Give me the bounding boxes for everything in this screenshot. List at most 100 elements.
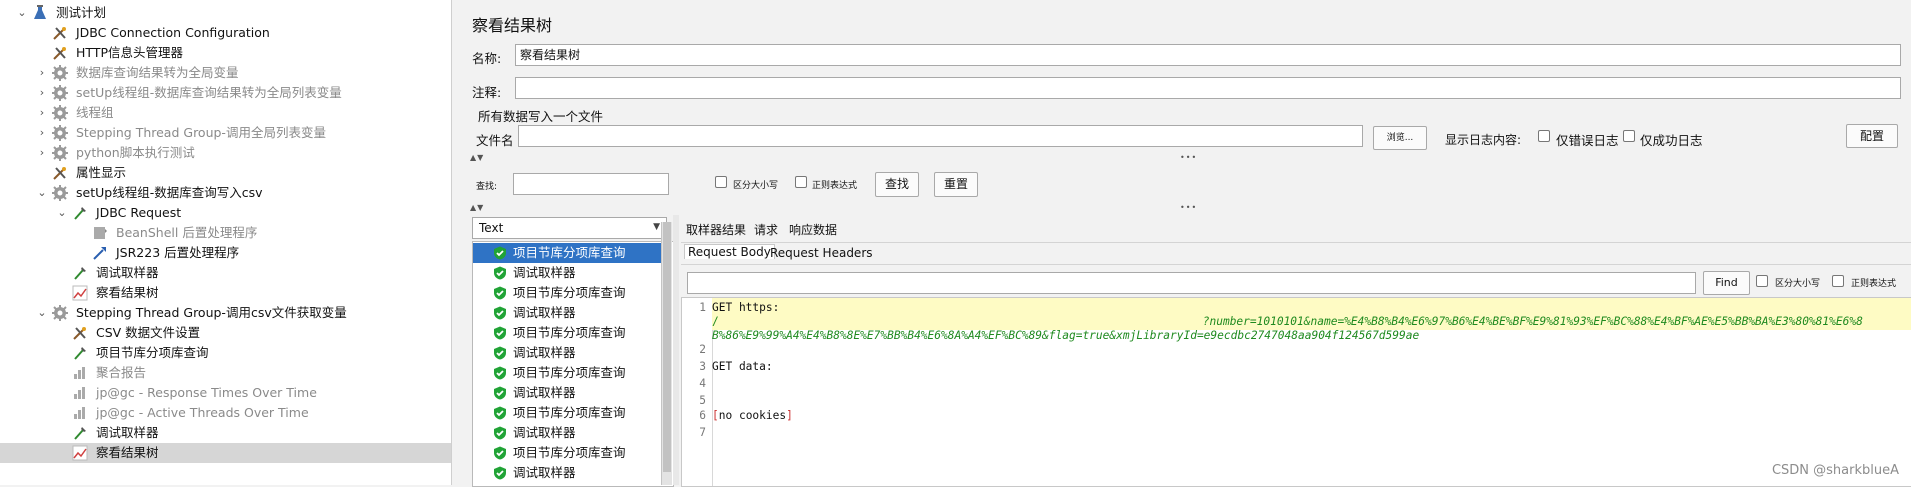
thread-group-gear-icon <box>52 65 68 81</box>
result-item[interactable]: 调试取样器 <box>473 343 663 363</box>
tree-collapse-icon[interactable]: ⌄ <box>56 203 68 223</box>
body-case-label: 区分大小写 <box>1775 279 1821 289</box>
tree-node[interactable]: JDBC Connection Configuration <box>0 23 451 43</box>
tab-request-headers[interactable]: Request Headers <box>770 246 873 260</box>
tree-node[interactable]: › 线程组 <box>0 103 451 123</box>
tree-node-label: 项目节库分项库查询 <box>96 345 209 360</box>
results-list[interactable]: 项目节库分项库查询 调试取样器 项目节库分项库查询 调试取样器 项目节库分项库查询 调试取… <box>472 241 674 487</box>
result-item[interactable]: 调试取样器 <box>473 263 663 283</box>
tree-expand-icon[interactable]: › <box>36 83 48 103</box>
thread-group-gear-icon <box>52 185 68 201</box>
tree-node[interactable]: 项目节库分项库查询 <box>0 343 451 363</box>
result-item[interactable]: 调试取样器 <box>473 423 663 443</box>
renderer-select[interactable]: Text ▼ <box>472 217 667 239</box>
comment-field[interactable] <box>515 77 1901 99</box>
tree-expand-icon[interactable]: › <box>36 123 48 143</box>
tree-expand-icon[interactable]: › <box>36 63 48 83</box>
tree-node[interactable]: HTTP信息头管理器 <box>0 43 451 63</box>
success-shield-icon <box>494 366 506 380</box>
results-scroll-thumb[interactable] <box>663 222 671 472</box>
result-item-label: 项目节库分项库查询 <box>513 405 626 420</box>
search-case-checkbox[interactable] <box>715 176 727 188</box>
body-regex-checkbox[interactable] <box>1832 275 1844 287</box>
reset-button[interactable]: 重置 <box>934 172 978 197</box>
tree-node[interactable]: ⌄ setUp线程组-数据库查询写入csv <box>0 183 451 203</box>
name-field[interactable]: 察看结果树 <box>515 44 1901 66</box>
result-item[interactable]: 调试取样器 <box>473 303 663 323</box>
tree-node-label: 察看结果树 <box>96 445 159 460</box>
tree-collapse-icon[interactable]: ⌄ <box>36 303 48 323</box>
tree-node[interactable]: ⌄ JDBC Request <box>0 203 451 223</box>
search-label: 查找: <box>476 182 498 192</box>
collapse-arrows-icon[interactable]: ▲▼ <box>470 153 484 162</box>
search-input[interactable] <box>513 173 669 195</box>
tree-expand-icon[interactable]: › <box>36 103 48 123</box>
tree-node[interactable]: JSR223 后置处理程序 <box>0 243 451 263</box>
tree-node[interactable]: BeanShell 后置处理程序 <box>0 223 451 243</box>
result-item-label: 调试取样器 <box>513 305 576 320</box>
detail-tab-0[interactable]: 取样器结果 <box>686 221 746 238</box>
tree-node[interactable]: jp@gc - Response Times Over Time <box>0 383 451 403</box>
tree-node[interactable]: › 数据库查询结果转为全局变量 <box>0 63 451 83</box>
tree-node[interactable]: › Stepping Thread Group-调用全局列表变量 <box>0 123 451 143</box>
tree-node[interactable]: 聚合报告 <box>0 363 451 383</box>
code-line-1: GET https: <box>712 301 779 314</box>
tree-node[interactable]: 属性显示 <box>0 163 451 183</box>
success-shield-icon <box>494 266 506 280</box>
body-find-button[interactable]: Find <box>1703 271 1750 295</box>
tree-node[interactable]: 察看结果树 <box>0 443 451 463</box>
tree-collapse-icon[interactable]: ⌄ <box>36 183 48 203</box>
tree-node[interactable]: › setUp线程组-数据库查询结果转为全局列表变量 <box>0 83 451 103</box>
request-body-editor[interactable]: 1 2 3 4 5 6 7 GET https: / ?number=1010101&name… <box>681 297 1911 487</box>
detail-tab-2[interactable]: 响应数据 <box>789 221 837 238</box>
tab-request-body[interactable]: Request Body <box>684 244 775 259</box>
tree-node[interactable]: CSV 数据文件设置 <box>0 323 451 343</box>
find-button[interactable]: 查找 <box>875 172 919 197</box>
filename-field[interactable] <box>518 125 1363 147</box>
search-regex-checkbox[interactable] <box>795 176 807 188</box>
success-only-checkbox[interactable] <box>1623 130 1635 142</box>
tree-node[interactable]: 调试取样器 <box>0 423 451 443</box>
result-item[interactable]: 项目节库分项库查询 <box>473 243 663 263</box>
configure-button[interactable]: 配置 <box>1846 124 1898 148</box>
vertical-splitter[interactable] <box>673 215 679 485</box>
result-item[interactable]: 项目节库分项库查询 <box>473 403 663 423</box>
splitter-grip-icon[interactable]: ••• <box>1180 153 1197 162</box>
tree-collapse-icon[interactable]: ⌄ <box>16 3 28 23</box>
code-line-1c: B%86%E9%99%A4%E4%B8%8E%E7%BB%B4%E6%8A%A4… <box>712 329 1420 342</box>
errors-only-checkbox[interactable] <box>1538 130 1550 142</box>
test-plan-tree[interactable]: ⌄ 测试计划 JDBC Connection Configuration HTTP信息… <box>0 0 452 485</box>
splitter-grip-icon-2[interactable]: ••• <box>1180 203 1197 212</box>
tree-node[interactable]: ⌄ 测试计划 <box>0 3 451 23</box>
browse-button[interactable]: 浏览... <box>1373 126 1427 150</box>
collapse-arrows-icon-2[interactable]: ▲▼ <box>470 203 484 212</box>
detail-tab-1[interactable]: 请求 <box>754 221 778 238</box>
thread-group-gear-icon <box>52 85 68 101</box>
result-item[interactable]: 项目节库分项库查询 <box>473 283 663 303</box>
result-item-label: 调试取样器 <box>513 345 576 360</box>
results-scrollbar[interactable] <box>661 222 672 485</box>
config-element-icon <box>52 165 68 181</box>
tree-node[interactable]: 调试取样器 <box>0 263 451 283</box>
body-search-input[interactable] <box>687 272 1696 294</box>
body-case-checkbox[interactable] <box>1756 275 1768 287</box>
post-processor-icon <box>92 225 108 241</box>
tree-expand-icon[interactable]: › <box>36 143 48 163</box>
tree-node[interactable]: jp@gc - Active Threads Over Time <box>0 403 451 423</box>
panel-title: 察看结果树 <box>472 16 553 35</box>
result-item[interactable]: 项目节库分项库查询 <box>473 323 663 343</box>
result-item[interactable]: 调试取样器 <box>473 463 663 483</box>
tree-node[interactable]: ⌄ Stepping Thread Group-调用csv文件获取变量 <box>0 303 451 323</box>
result-item-label: 项目节库分项库查询 <box>513 325 626 340</box>
result-item[interactable]: 调试取样器 <box>473 383 663 403</box>
sampler-pipette-icon <box>72 425 88 441</box>
success-shield-icon <box>494 406 506 420</box>
tree-node-label: 测试计划 <box>56 5 107 20</box>
tree-scrollbar[interactable] <box>452 0 460 485</box>
result-item-label: 项目节库分项库查询 <box>513 365 626 380</box>
result-item[interactable]: 项目节库分项库查询 <box>473 443 663 463</box>
tree-node[interactable]: 察看结果树 <box>0 283 451 303</box>
result-item[interactable]: 项目节库分项库查询 <box>473 363 663 383</box>
tree-node-label: CSV 数据文件设置 <box>96 325 201 340</box>
tree-node[interactable]: › python脚本执行测试 <box>0 143 451 163</box>
